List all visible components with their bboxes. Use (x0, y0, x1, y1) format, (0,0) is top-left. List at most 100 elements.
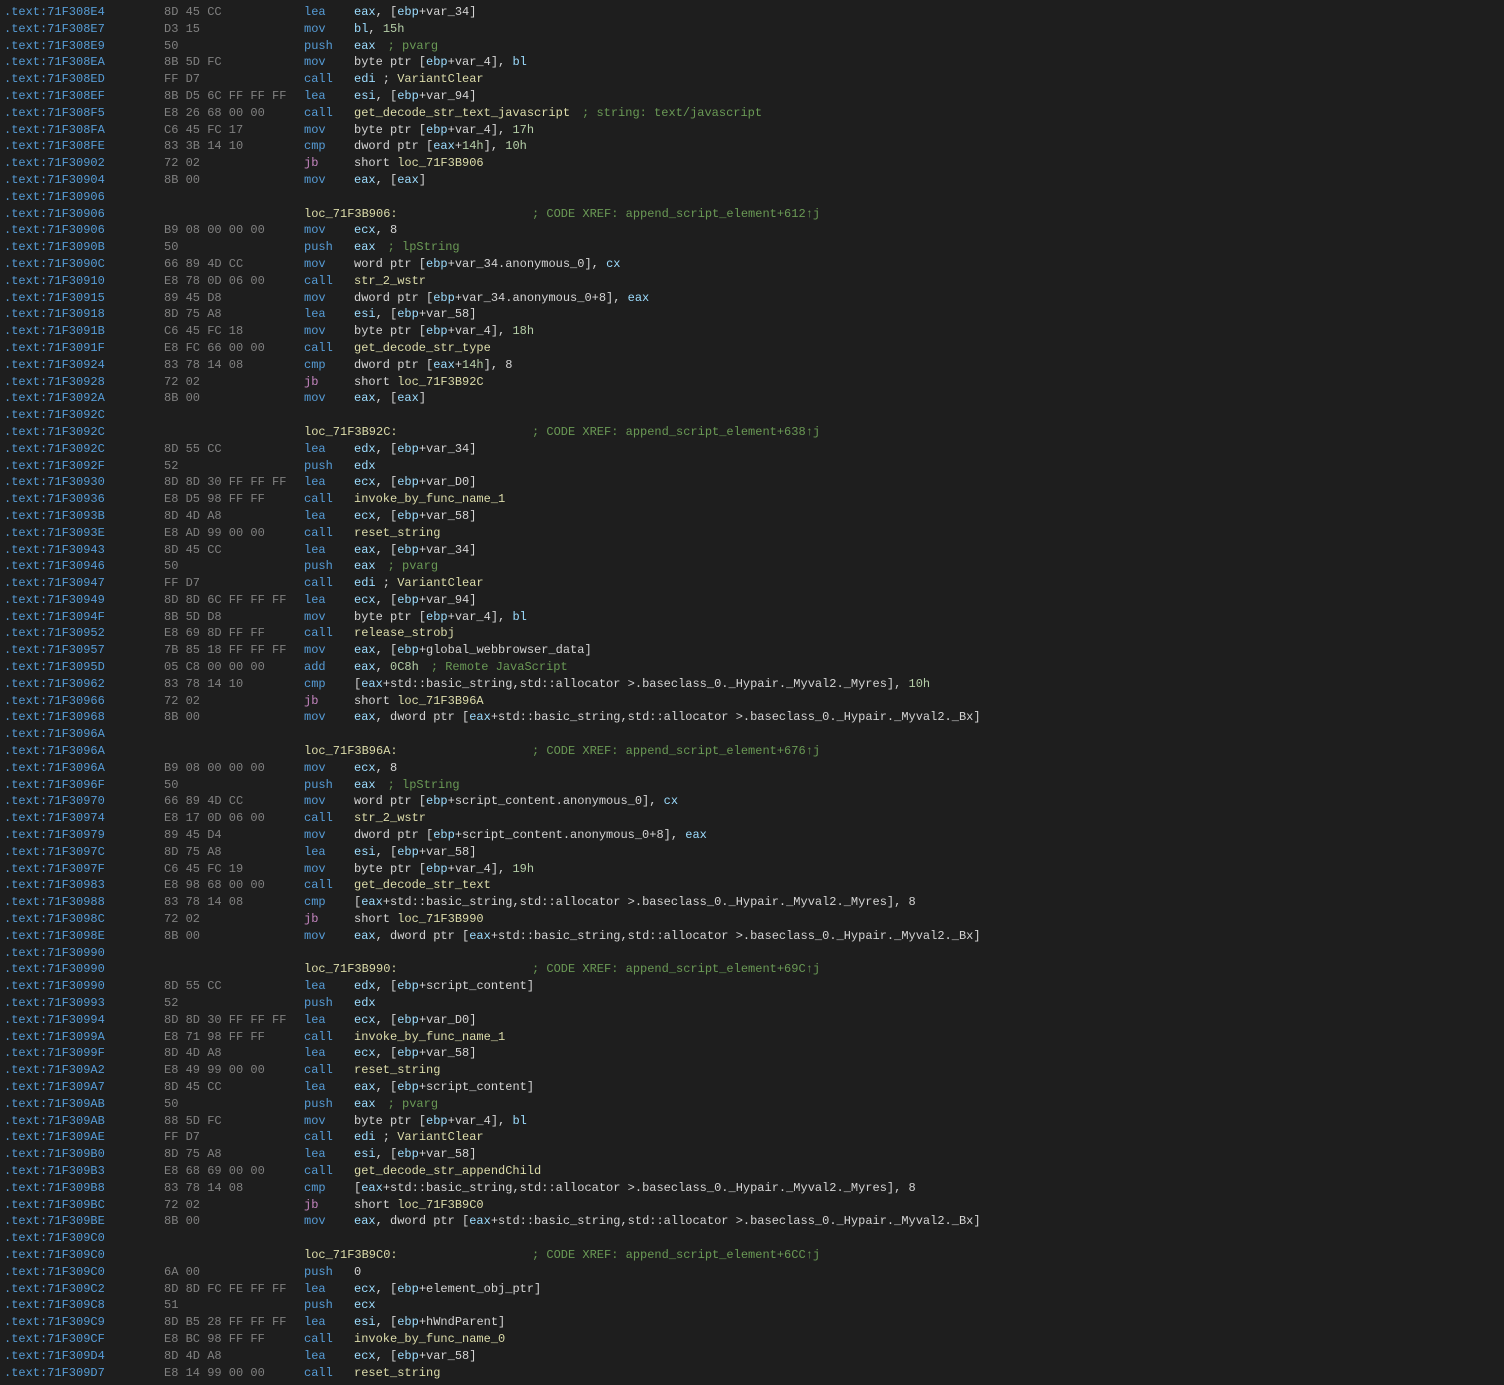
disasm-line[interactable]: .text:71F309C0 6A 00 push 0 (0, 1264, 1504, 1281)
disasm-line[interactable]: .text:71F30990 8D 55 CC lea edx, [ebp+sc… (0, 978, 1504, 995)
disasm-line[interactable]: .text:71F308FE 83 3B 14 10 cmp dword ptr… (0, 138, 1504, 155)
disasm-line[interactable]: .text:71F309AE FF D7 call edi ; VariantC… (0, 1129, 1504, 1146)
disasm-line[interactable]: .text:71F308EF 8B D5 6C FF FF FF lea esi… (0, 88, 1504, 105)
disasm-line[interactable]: .text:71F3097C 8D 75 A8 lea esi, [ebp+va… (0, 844, 1504, 861)
operands: byte ptr [ebp+var_4], 19h (354, 861, 1500, 878)
disasm-line[interactable]: .text:71F3096F 50 push eax; lpString (0, 777, 1504, 794)
disasm-line[interactable]: .text:71F309CF E8 BC 98 FF FF call invok… (0, 1331, 1504, 1348)
address: .text:71F30928 (4, 374, 164, 391)
mnemonic: push (304, 558, 354, 575)
disasm-line[interactable]: .text:71F30924 83 78 14 08 cmp dword ptr… (0, 357, 1504, 374)
disasm-line[interactable]: .text:71F30983 E8 98 68 00 00 call get_d… (0, 877, 1504, 894)
disasm-line[interactable]: .text:71F30962 83 78 14 10 cmp [eax+std:… (0, 676, 1504, 693)
disasm-line[interactable]: .text:71F30918 8D 75 A8 lea esi, [ebp+va… (0, 306, 1504, 323)
disasm-line[interactable]: .text:71F309B0 8D 75 A8 lea esi, [ebp+va… (0, 1146, 1504, 1163)
disasm-line[interactable]: .text:71F308EA 8B 5D FC mov byte ptr [eb… (0, 54, 1504, 71)
address: .text:71F3096F (4, 777, 164, 794)
disasm-line[interactable]: .text:71F30949 8D 8D 6C FF FF FF lea ecx… (0, 592, 1504, 609)
disasm-line[interactable]: .text:71F30947 FF D7 call edi ; VariantC… (0, 575, 1504, 592)
disasm-line[interactable]: .text:71F3093B 8D 4D A8 lea ecx, [ebp+va… (0, 508, 1504, 525)
disasm-line[interactable]: .text:71F30928 72 02 jb short loc_71F3B9… (0, 374, 1504, 391)
disasm-line[interactable]: .text:71F3098C 72 02 jb short loc_71F3B9… (0, 911, 1504, 928)
disasm-line[interactable]: .text:71F309B3 E8 68 69 00 00 call get_d… (0, 1163, 1504, 1180)
disasm-line[interactable]: .text:71F30968 8B 00 mov eax, dword ptr … (0, 709, 1504, 726)
disasm-line[interactable]: .text:71F309D4 8D 4D A8 lea ecx, [ebp+va… (0, 1348, 1504, 1365)
disasm-line[interactable]: .text:71F30946 50 push eax; pvarg (0, 558, 1504, 575)
disasm-line[interactable]: .text:71F30993 52 push edx (0, 995, 1504, 1012)
disasm-line[interactable]: .text:71F30915 89 45 D8 mov dword ptr [e… (0, 290, 1504, 307)
operands: edi ; VariantClear (354, 71, 1500, 88)
disasm-line[interactable]: .text:71F30906 B9 08 00 00 00 mov ecx, 8 (0, 222, 1504, 239)
disasm-line[interactable]: .text:71F308F5 E8 26 68 00 00 call get_d… (0, 105, 1504, 122)
operands: edx (354, 458, 1500, 475)
disasm-line[interactable]: .text:71F30904 8B 00 mov eax, [eax] (0, 172, 1504, 189)
address: .text:71F308E9 (4, 38, 164, 55)
disasm-line[interactable]: .text:71F308FA C6 45 FC 17 mov byte ptr … (0, 122, 1504, 139)
operands: eax, [eax] (354, 390, 1500, 407)
disasm-line[interactable]: .text:71F3090C 66 89 4D CC mov word ptr … (0, 256, 1504, 273)
operands: eax, [ebp+var_34] (354, 4, 1500, 21)
bytes: 72 02 (164, 693, 304, 710)
disasm-line[interactable]: .text:71F309C0 (0, 1230, 1504, 1247)
operands: esi, [ebp+var_58] (354, 1146, 1500, 1163)
disasm-line[interactable]: .text:71F3091F E8 FC 66 00 00 call get_d… (0, 340, 1504, 357)
disasm-line[interactable]: .text:71F30994 8D 8D 30 FF FF FF lea ecx… (0, 1012, 1504, 1029)
mnemonic: lea (304, 1012, 354, 1029)
disasm-line[interactable]: .text:71F309BE 8B 00 mov eax, dword ptr … (0, 1213, 1504, 1230)
mnemonic: push (304, 1096, 354, 1113)
disasm-line[interactable]: .text:71F3093E E8 AD 99 00 00 call reset… (0, 525, 1504, 542)
bytes: E8 71 98 FF FF (164, 1029, 304, 1046)
disasm-line[interactable]: .text:71F309A7 8D 45 CC lea eax, [ebp+sc… (0, 1079, 1504, 1096)
disasm-line[interactable]: .text:71F3092A 8B 00 mov eax, [eax] (0, 390, 1504, 407)
disassembly-view: .text:71F308E4 8D 45 CC lea eax, [ebp+va… (0, 0, 1504, 1385)
disasm-line[interactable]: .text:71F308E7 D3 15 mov bl, 15h (0, 21, 1504, 38)
disasm-line[interactable]: .text:71F3098E 8B 00 mov eax, dword ptr … (0, 928, 1504, 945)
disasm-line[interactable]: .text:71F30957 7B 85 18 FF FF FF mov eax… (0, 642, 1504, 659)
disasm-line[interactable]: .text:71F30966 72 02 jb short loc_71F3B9… (0, 693, 1504, 710)
disasm-line[interactable]: .text:71F3096A (0, 726, 1504, 743)
disasm-line[interactable]: .text:71F30952 E8 69 8D FF FF call relea… (0, 625, 1504, 642)
disasm-line[interactable]: .text:71F30970 66 89 4D CC mov word ptr … (0, 793, 1504, 810)
disasm-line[interactable]: .text:71F309B8 83 78 14 08 cmp [eax+std:… (0, 1180, 1504, 1197)
disasm-line[interactable]: .text:71F30936 E8 D5 98 FF FF call invok… (0, 491, 1504, 508)
disasm-line[interactable]: .text:71F30974 E8 17 0D 06 00 call str_2… (0, 810, 1504, 827)
disasm-line[interactable]: .text:71F3099A E8 71 98 FF FF call invok… (0, 1029, 1504, 1046)
disasm-line[interactable]: .text:71F30988 83 78 14 08 cmp [eax+std:… (0, 894, 1504, 911)
address: .text:71F309C2 (4, 1281, 164, 1298)
disasm-line[interactable]: .text:71F30990 (0, 945, 1504, 962)
disasm-line[interactable]: .text:71F309AB 88 5D FC mov byte ptr [eb… (0, 1113, 1504, 1130)
disasm-line[interactable]: .text:71F30930 8D 8D 30 FF FF FF lea ecx… (0, 474, 1504, 491)
disasm-line[interactable]: .text:71F3090B 50 push eax; lpString (0, 239, 1504, 256)
disasm-line[interactable]: .text:71F308E9 50 push eax; pvarg (0, 38, 1504, 55)
disasm-line[interactable]: .text:71F3095D 05 C8 00 00 00 add eax, 0… (0, 659, 1504, 676)
disasm-line[interactable]: .text:71F309AB 50 push eax; pvarg (0, 1096, 1504, 1113)
disasm-line[interactable]: .text:71F309D7 E8 14 99 00 00 call reset… (0, 1365, 1504, 1382)
disasm-line[interactable]: .text:71F3092C 8D 55 CC lea edx, [ebp+va… (0, 441, 1504, 458)
disasm-line[interactable]: .text:71F3099F 8D 4D A8 lea ecx, [ebp+va… (0, 1045, 1504, 1062)
disasm-line[interactable]: .text:71F3097F C6 45 FC 19 mov byte ptr … (0, 861, 1504, 878)
disasm-line[interactable]: .text:71F309C2 8D 8D FC FE FF FF lea ecx… (0, 1281, 1504, 1298)
disasm-line[interactable]: .text:71F3094F 8B 5D D8 mov byte ptr [eb… (0, 609, 1504, 626)
disasm-line[interactable]: .text:71F309A2 E8 49 99 00 00 call reset… (0, 1062, 1504, 1079)
disasm-line[interactable]: .text:71F30902 72 02 jb short loc_71F3B9… (0, 155, 1504, 172)
disasm-line[interactable]: .text:71F30979 89 45 D4 mov dword ptr [e… (0, 827, 1504, 844)
bytes: 8D 75 A8 (164, 306, 304, 323)
mnemonic: mov (304, 827, 354, 844)
disasm-line[interactable]: .text:71F308E4 8D 45 CC lea eax, [ebp+va… (0, 4, 1504, 21)
disasm-line[interactable]: .text:71F309BC 72 02 jb short loc_71F3B9… (0, 1197, 1504, 1214)
disasm-line[interactable]: .text:71F308ED FF D7 call edi ; VariantC… (0, 71, 1504, 88)
disasm-line[interactable]: .text:71F30910 E8 78 0D 06 00 call str_2… (0, 273, 1504, 290)
disasm-line[interactable]: .text:71F3096A B9 08 00 00 00 mov ecx, 8 (0, 760, 1504, 777)
disasm-line[interactable]: .text:71F30943 8D 45 CC lea eax, [ebp+va… (0, 542, 1504, 559)
mnemonic: lea (304, 441, 354, 458)
address: .text:71F30990 (4, 945, 164, 962)
address: .text:71F30930 (4, 474, 164, 491)
bytes: 66 89 4D CC (164, 256, 304, 273)
disasm-line[interactable]: .text:71F309C8 51 push ecx (0, 1297, 1504, 1314)
mnemonic: mov (304, 323, 354, 340)
disasm-line[interactable]: .text:71F3092C (0, 407, 1504, 424)
disasm-line[interactable]: .text:71F30906 (0, 189, 1504, 206)
disasm-line[interactable]: .text:71F3092F 52 push edx (0, 458, 1504, 475)
disasm-line[interactable]: .text:71F3091B C6 45 FC 18 mov byte ptr … (0, 323, 1504, 340)
disasm-line[interactable]: .text:71F309C9 8D B5 28 FF FF FF lea esi… (0, 1314, 1504, 1331)
